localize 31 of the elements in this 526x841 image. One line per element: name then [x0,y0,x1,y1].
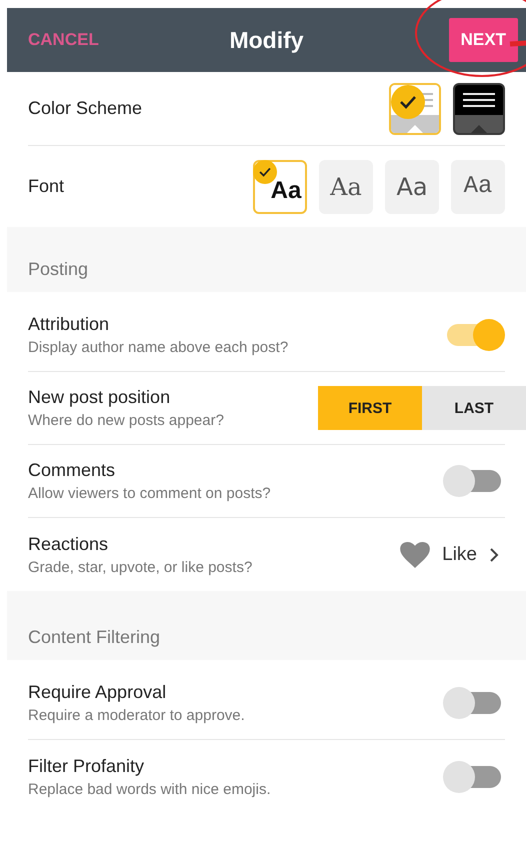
segment-button[interactable]: LAST [422,386,526,430]
chevron-right-icon [489,546,499,562]
check-icon [391,84,425,118]
row-label: Font [28,176,64,197]
color-scheme-option[interactable] [453,82,505,134]
color-scheme-option[interactable] [389,82,441,134]
setting-title: Attribution [28,314,110,335]
setting-title: Reactions [28,534,110,554]
heart-icon [400,542,430,568]
setting-description: Grade, star, upvote, or like posts? [28,558,252,576]
segment-button[interactable]: FIRST [318,386,422,430]
font-option[interactable]: Aa [385,160,439,214]
font-option[interactable]: Aa [253,160,307,214]
setting-description: Allow viewers to comment on posts? [28,485,271,502]
section-title: Posting [28,259,88,279]
screen-title: Modify [229,26,304,54]
reaction-picker[interactable]: Like [400,542,499,568]
setting-title: New post position [28,387,172,408]
setting-description: Require a moderator to approve. [28,707,245,724]
setting-description: Display author name above each post? [28,339,288,356]
setting-title: Filter Profanity [28,756,146,776]
row-label: Color Scheme [28,98,142,119]
next-button[interactable]: NEXT [448,18,518,62]
setting-title: Require Approval [28,682,168,703]
setting-title: Comments [28,460,116,481]
font-option[interactable]: Aa [451,160,505,214]
section-title: Content Filtering [28,627,160,647]
check-icon [253,160,277,184]
setting-description: Replace bad words with nice emojis. [28,780,271,798]
font-option[interactable]: Aa [319,160,373,214]
setting-description: Where do new posts appear? [28,412,224,429]
